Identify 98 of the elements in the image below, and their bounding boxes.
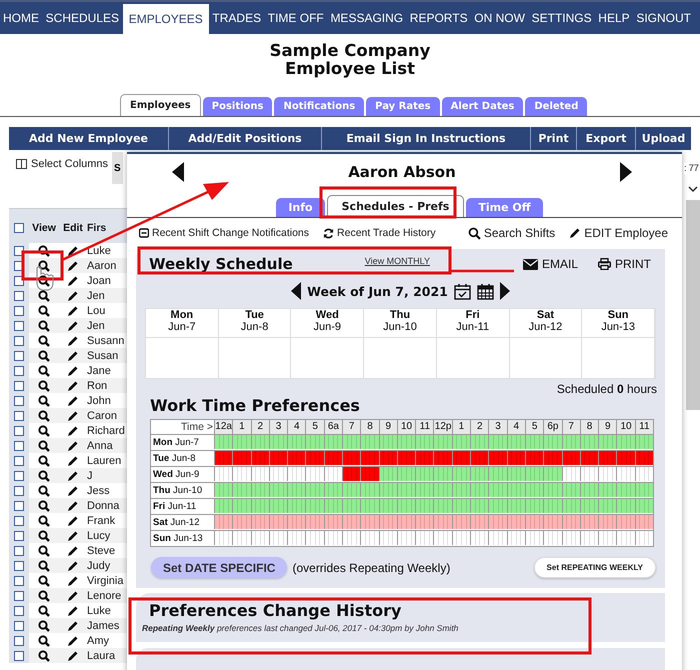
first-name-cell: Amy	[87, 634, 109, 646]
hour-header: 11	[415, 420, 434, 434]
nav-item[interactable]: SIGNOUT	[633, 2, 694, 34]
tab[interactable]: Schedules - Prefs	[326, 195, 464, 217]
hour-header: 12p	[433, 420, 452, 434]
hour-header: 8	[360, 420, 379, 434]
first-name-cell: Jess	[87, 484, 110, 496]
date-specific-button[interactable]: Set DATE SPECIFIC	[151, 557, 288, 578]
first-name-cell: Jen	[87, 290, 105, 302]
toolbar-button[interactable]: S	[112, 152, 123, 184]
hour-header: 12a	[214, 420, 232, 434]
column-header: View	[31, 222, 57, 234]
action-link[interactable]: Recent Trade History	[323, 227, 436, 239]
nav-item[interactable]: EMPLOYEES	[122, 4, 209, 34]
day-header: Sun Jun-13	[582, 309, 655, 338]
action-link[interactable]: EDIT Employee	[569, 226, 668, 240]
section-title: Preferences Change History	[148, 601, 402, 620]
first-name-cell: Ron	[87, 380, 108, 392]
scheduled-hours: Scheduled 0 hours	[556, 381, 658, 396]
grid-header: Time >	[180, 420, 214, 434]
column-header: Firs	[87, 222, 106, 234]
column-header: Edit	[62, 222, 84, 234]
section-title: Weekly Schedule	[149, 256, 293, 272]
nav-item[interactable]: HELP	[595, 2, 633, 34]
first-name-cell: Susan	[87, 350, 118, 362]
hour-header: 8	[580, 420, 598, 434]
hour-header: 11	[634, 420, 653, 434]
hour-header: 1	[232, 420, 251, 434]
first-name-cell: Jane	[87, 364, 111, 376]
day-header: Sat Jun-12	[510, 309, 582, 338]
repeating-weekly-button[interactable]: Set REPEATING WEEKLY	[534, 557, 656, 578]
day-header: Thu Jun-10	[364, 309, 437, 338]
hour-header: 10	[616, 420, 635, 434]
hour-header: 4	[287, 420, 306, 434]
first-name-cell: Jen	[87, 320, 105, 332]
nav-item[interactable]: TIME OFF	[264, 2, 327, 34]
hour-header: 5	[305, 420, 324, 434]
hour-header: 4	[506, 420, 525, 434]
first-name-cell: Joan	[87, 274, 111, 286]
day-header: Fri Jun-11	[436, 309, 510, 338]
hour-header: 9	[378, 420, 397, 434]
first-name-cell: J	[87, 470, 92, 482]
first-name-cell: Anna	[87, 440, 113, 452]
action-link[interactable]: Recent Shift Change Notifications	[139, 227, 310, 239]
section-title: Work Time Preferences	[149, 396, 361, 415]
first-name-cell: Donna	[87, 500, 120, 512]
nav-item[interactable]: SCHEDULES	[42, 2, 122, 34]
company-name: Sample Company	[268, 42, 432, 60]
first-name-cell: Luke	[87, 604, 111, 616]
first-name-cell: James	[87, 620, 120, 632]
hour-header: 10	[396, 420, 416, 434]
day-header: Wed Jun-9	[291, 309, 364, 338]
first-name-cell: John	[87, 394, 111, 406]
action-link[interactable]: EMAIL	[522, 257, 578, 271]
first-name-cell: Luke	[87, 244, 111, 256]
first-name-cell: Lou	[87, 304, 106, 316]
hour-header: 2	[470, 420, 488, 434]
hour-header: 3	[268, 420, 288, 434]
count-text: : 77	[684, 163, 699, 174]
first-name-cell: Laura	[87, 650, 116, 662]
action-link[interactable]: Search Shifts	[468, 226, 556, 240]
hour-header: 5	[524, 420, 544, 434]
tab[interactable]: Employees	[120, 94, 201, 116]
first-name-cell: Susann	[87, 334, 124, 346]
first-name-cell: Steve	[87, 544, 116, 556]
action-link[interactable]: PRINT	[598, 257, 651, 271]
first-name-cell: Lenore	[87, 590, 122, 602]
nav-item[interactable]: MESSAGING	[327, 2, 406, 34]
first-name-cell: Judy	[87, 560, 110, 572]
nav-item[interactable]: ON NOW	[471, 2, 528, 34]
day-header: Mon Jun-7	[146, 309, 219, 338]
nav-item[interactable]: HOME	[0, 2, 42, 34]
page-title: Employee List	[284, 60, 416, 78]
hour-header: 6a	[324, 420, 342, 434]
first-name-cell: Lucy	[87, 530, 110, 542]
hour-header: 1	[452, 420, 470, 434]
change-entry: Repeating Weekly preferences last changed Jul-06, 2017 - 04:30pm by John Smith	[142, 623, 460, 633]
first-name-cell: Frank	[87, 514, 116, 526]
first-name-cell: Richard	[87, 424, 125, 436]
hour-header: 3	[488, 420, 507, 434]
first-name-cell: Lauren	[87, 454, 122, 466]
view-monthly-link[interactable]: View MONTHLY	[364, 256, 430, 266]
week-label: Week of Jun 7, 2021	[307, 284, 448, 298]
nav-item[interactable]: TRADES	[209, 2, 264, 34]
hour-header: 7	[562, 420, 580, 434]
day-header: Tue Jun-8	[218, 309, 292, 338]
select-columns-button[interactable]: Select Columns	[16, 158, 108, 170]
hour-header: 6p	[543, 420, 562, 434]
first-name-cell: Aaron	[87, 260, 116, 272]
hour-header: 7	[342, 420, 360, 434]
hour-header: 9	[598, 420, 616, 434]
first-name-cell: Caron	[87, 410, 117, 422]
employee-name: Aaron Abson	[348, 163, 456, 181]
override-note: (overrides Repeating Weekly)	[292, 560, 450, 574]
nav-item[interactable]: SETTINGS	[528, 2, 595, 34]
hour-header: 2	[250, 420, 269, 434]
nav-item[interactable]: REPORTS	[406, 2, 471, 34]
first-name-cell: Virginia	[87, 574, 124, 586]
